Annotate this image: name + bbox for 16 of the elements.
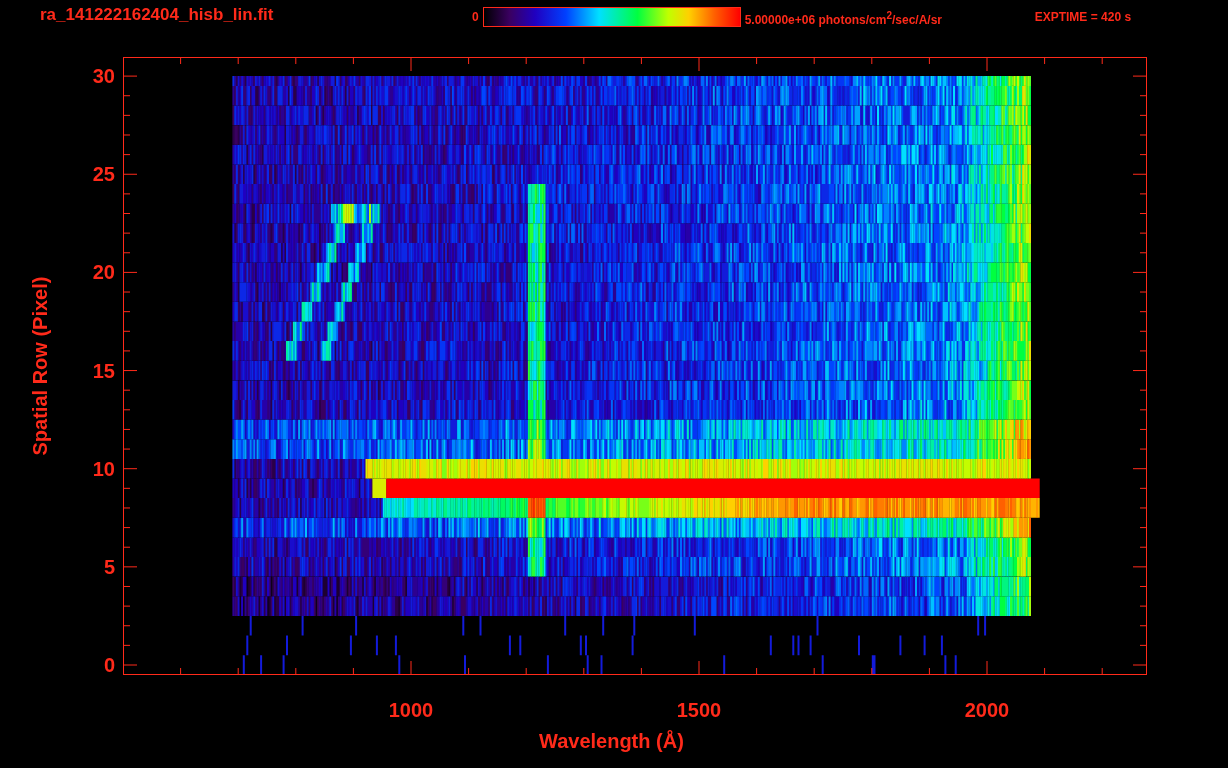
file-title: ra_141222162404_hisb_lin.fit [40, 5, 275, 25]
y-tick-label: 15 [92, 359, 115, 383]
y-tick-label: 5 [103, 555, 115, 579]
y-tick-label: 0 [103, 653, 115, 677]
x-axis-label: Wavelength (Å) [539, 730, 684, 754]
x-tick-label: 1500 [676, 699, 722, 722]
y-tick-label: 30 [92, 64, 115, 88]
colorbar-min-label: 0 [472, 10, 479, 24]
y-tick-label: 25 [92, 162, 115, 186]
y-axis-label: Spatial Row (Pixel) [28, 276, 52, 456]
x-tick-label: 2000 [964, 699, 1010, 722]
colorbar-max-label: 5.00000e+06 photons/cm$^{2}$/sec/A/sr [744, 10, 944, 27]
y-tick-label: 20 [92, 260, 115, 284]
x-tick-label: 1000 [388, 699, 434, 722]
exposure-time: EXPTIME = 420 s [1034, 10, 1132, 24]
y-tick-label: 10 [92, 457, 115, 481]
